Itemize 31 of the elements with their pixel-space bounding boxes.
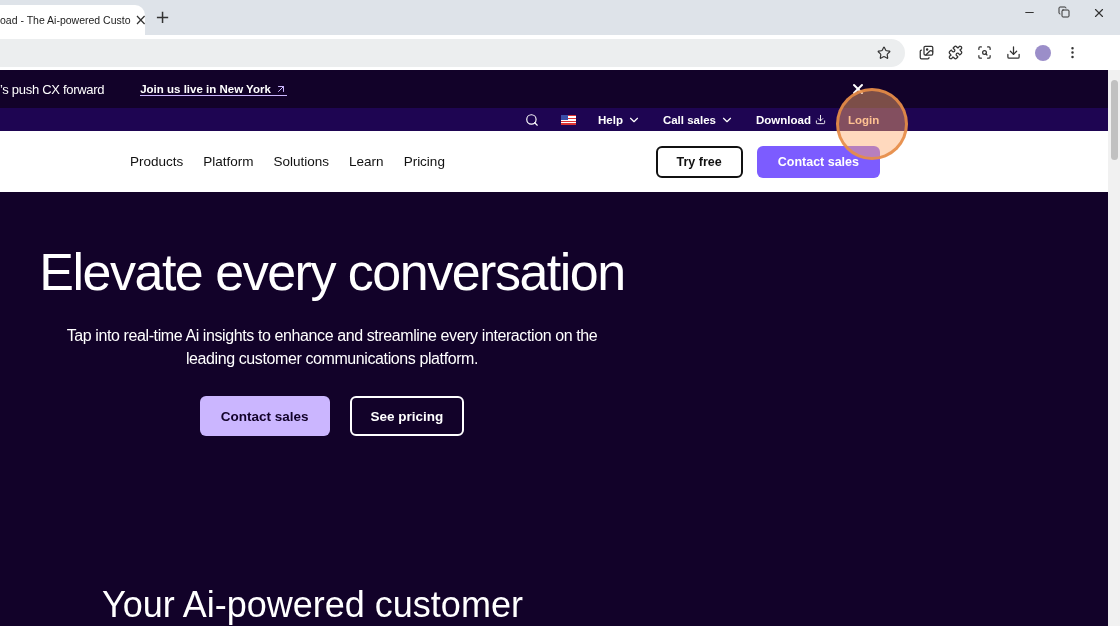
avatar-icon[interactable] xyxy=(1035,44,1051,61)
browser-tab[interactable]: oad - The Ai-powered Custo × xyxy=(0,5,145,35)
utility-nav-link[interactable]: Download xyxy=(756,113,826,126)
utility-nav-link[interactable]: Help xyxy=(598,112,641,127)
tab-search-icon[interactable] xyxy=(977,45,992,60)
download-icon[interactable] xyxy=(1006,45,1021,60)
try-free-button[interactable]: Try free xyxy=(655,145,743,178)
promo-text: ’s push CX forward xyxy=(0,81,105,97)
tab-title: oad - The Ai-powered Custo xyxy=(0,14,131,26)
hero-subtitle: Tap into real-time Ai insights to enhance and streamline every interaction on the leading customer communications platform. xyxy=(65,326,599,369)
nav-link[interactable]: Learn xyxy=(349,154,384,170)
nav-link[interactable]: Products xyxy=(130,154,184,170)
promo-link[interactable]: Join us live in New York xyxy=(140,82,287,96)
utility-nav-link[interactable]: Login xyxy=(847,113,880,126)
images-icon[interactable] xyxy=(919,45,934,60)
flag-icon[interactable] xyxy=(561,114,576,125)
pricing-button[interactable]: See pricing xyxy=(349,396,465,436)
contact-button[interactable]: Contact sales xyxy=(199,396,330,436)
download-icon xyxy=(814,114,826,126)
section-title: Your Ai-powered customer xyxy=(102,584,524,626)
nav-link[interactable]: Solutions xyxy=(273,154,330,170)
nav-link[interactable]: Pricing xyxy=(403,154,445,170)
star-icon[interactable] xyxy=(877,45,891,60)
nav-link[interactable]: Platform xyxy=(203,154,254,170)
contact-button[interactable]: Contact sales xyxy=(756,145,880,178)
restore-icon[interactable] xyxy=(1058,5,1070,18)
extensions-icon[interactable] xyxy=(948,45,963,60)
search-icon[interactable] xyxy=(525,112,539,127)
new-tab-button[interactable]: + xyxy=(155,6,171,27)
hero-title: Elevate every conversation xyxy=(39,242,625,302)
utility-nav-link[interactable]: Call sales xyxy=(662,112,734,127)
